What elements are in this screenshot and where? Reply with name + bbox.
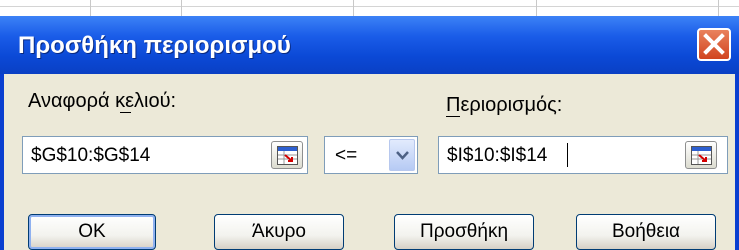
- close-button[interactable]: [697, 28, 731, 61]
- cell-reference-input[interactable]: $G$10:$G$14: [22, 136, 308, 174]
- access-key-underline: [120, 112, 131, 113]
- collapse-dialog-icon: [277, 146, 298, 165]
- help-button[interactable]: Βοήθεια: [576, 214, 716, 250]
- chevron-down-icon: [396, 151, 409, 160]
- dialog-title: Προσθήκη περιορισμού: [18, 32, 291, 59]
- constraint-label: Περιορισμός:: [446, 94, 563, 116]
- add-button[interactable]: Προσθήκη: [394, 214, 534, 250]
- constraint-value: $I$10:$I$14: [447, 145, 548, 166]
- access-key-underline: [446, 116, 460, 117]
- title-bar[interactable]: Προσθήκη περιορισμού: [0, 16, 739, 74]
- cell-reference-value: $G$10:$G$14: [31, 145, 151, 166]
- operator-dropdown-button[interactable]: [389, 139, 415, 171]
- constraint-input[interactable]: $I$10:$I$14: [438, 136, 728, 174]
- operator-select[interactable]: <=: [324, 136, 418, 174]
- operator-value: <=: [335, 145, 358, 166]
- close-x-icon: [703, 33, 725, 55]
- cell-reference-collapse-button[interactable]: [271, 141, 303, 169]
- constraint-collapse-button[interactable]: [685, 141, 717, 169]
- cancel-button[interactable]: Άκυρο: [214, 214, 344, 250]
- cell-reference-label: Αναφορά κελιού:: [28, 90, 177, 112]
- grid-line: [0, 6, 739, 7]
- add-constraint-dialog: Προσθήκη περιορισμού Αναφορά κελιού: $G$…: [0, 16, 739, 250]
- dialog-body: Αναφορά κελιού: $G$10:$G$14 <= Περιορισμ…: [4, 74, 735, 250]
- ok-button[interactable]: OK: [28, 214, 156, 250]
- collapse-dialog-icon: [691, 146, 712, 165]
- text-caret: [567, 143, 568, 167]
